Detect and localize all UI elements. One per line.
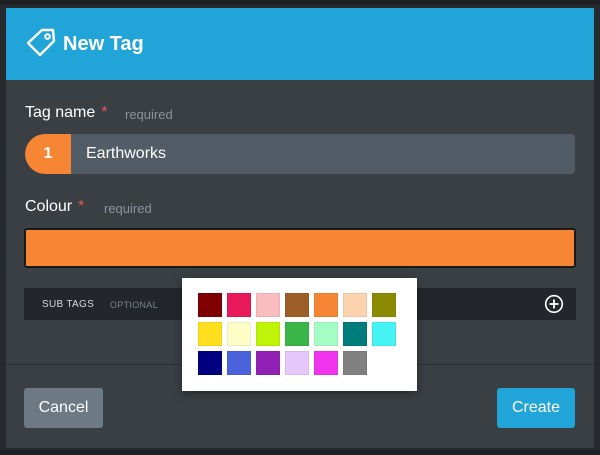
colour-swatch[interactable] <box>372 293 396 317</box>
sub-tags-label: SUB TAGS <box>42 299 95 310</box>
plus-circle-icon[interactable] <box>544 294 564 314</box>
colour-swatch[interactable] <box>314 293 338 317</box>
colour-swatch[interactable] <box>343 351 367 375</box>
colour-swatch[interactable] <box>198 351 222 375</box>
colour-swatch[interactable] <box>343 293 367 317</box>
create-button[interactable]: Create <box>497 388 575 428</box>
backdrop-bottom <box>0 450 600 455</box>
colour-label: Colour * <box>25 198 84 216</box>
required-star: * <box>78 198 85 215</box>
tag-name-label-text: Tag name <box>25 104 96 121</box>
cancel-button[interactable]: Cancel <box>24 388 103 428</box>
colour-label-text: Colour <box>25 198 73 215</box>
colour-swatch-grid <box>198 293 398 375</box>
colour-swatch[interactable] <box>256 293 280 317</box>
colour-swatch[interactable] <box>227 322 251 346</box>
colour-swatch[interactable] <box>285 293 309 317</box>
colour-palette-popup <box>182 278 417 391</box>
dialog-title: New Tag <box>63 33 144 55</box>
tag-name-badge: 1 <box>25 134 71 174</box>
colour-swatch[interactable] <box>285 322 309 346</box>
colour-picker-field[interactable] <box>24 228 576 268</box>
colour-swatch[interactable] <box>256 351 280 375</box>
colour-swatch[interactable] <box>314 322 338 346</box>
tag-name-input[interactable] <box>71 134 571 174</box>
colour-swatch[interactable] <box>343 322 367 346</box>
tag-name-required-hint: required <box>125 107 173 122</box>
tag-name-field: 1 <box>25 134 575 174</box>
colour-swatch[interactable] <box>198 293 222 317</box>
required-star: * <box>101 104 108 121</box>
colour-swatch[interactable] <box>372 322 396 346</box>
colour-swatch[interactable] <box>227 293 251 317</box>
colour-swatch[interactable] <box>314 351 338 375</box>
sub-tags-optional: OPTIONAL <box>110 300 158 310</box>
colour-swatch[interactable] <box>256 322 280 346</box>
colour-required-hint: required <box>104 201 152 216</box>
tag-icon <box>26 28 56 57</box>
dialog-header: New Tag <box>6 8 594 80</box>
colour-swatch[interactable] <box>227 351 251 375</box>
colour-swatch[interactable] <box>285 351 309 375</box>
colour-swatch[interactable] <box>198 322 222 346</box>
backdrop-top <box>0 0 600 5</box>
tag-name-label: Tag name * <box>25 104 108 122</box>
